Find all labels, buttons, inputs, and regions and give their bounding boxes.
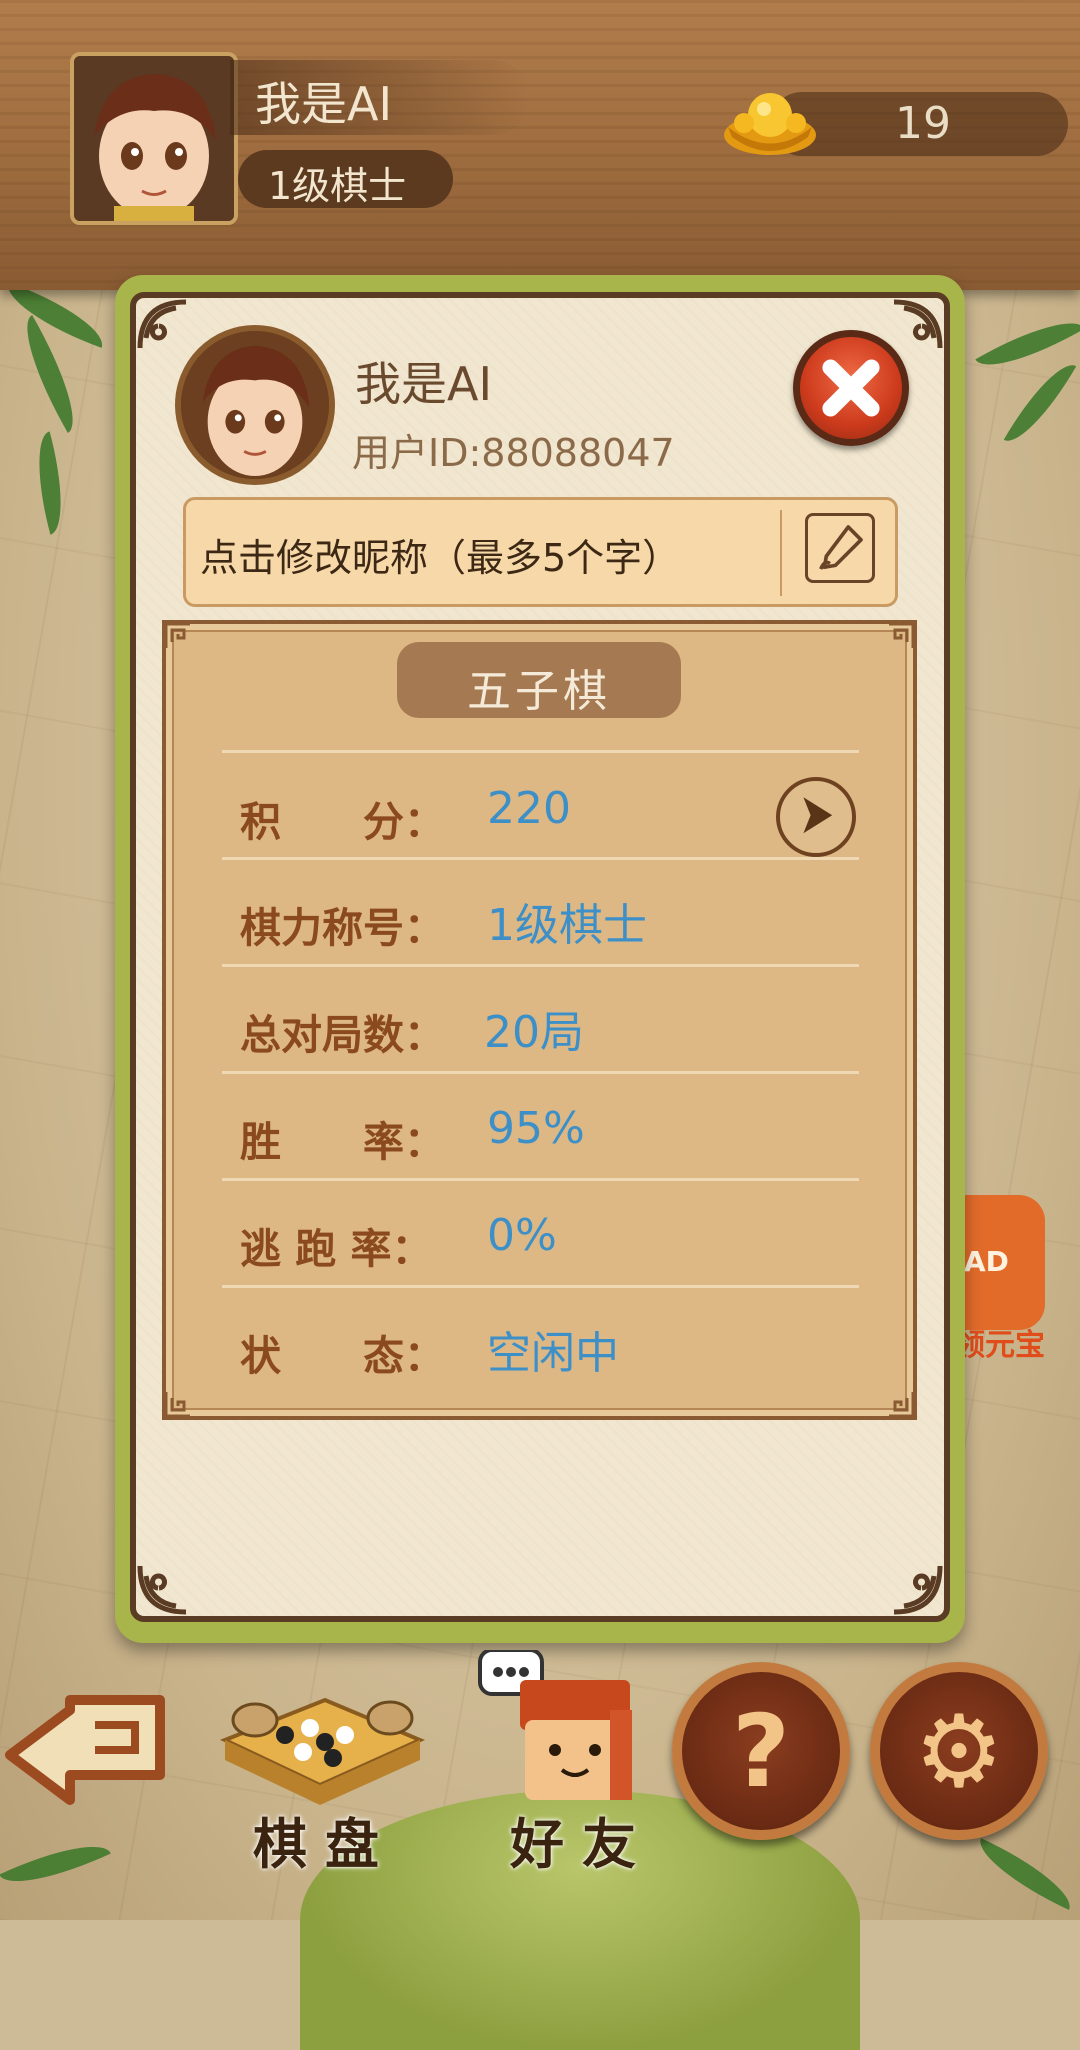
panel-corner-icon: [889, 1392, 915, 1418]
friends-button[interactable]: 好友: [470, 1648, 670, 1890]
corner-ornament-icon: [137, 299, 187, 349]
player-name: 我是AI: [255, 77, 393, 131]
edit-nickname-button[interactable]: [805, 513, 875, 583]
ad-badge-label: AD: [964, 1245, 1009, 1278]
nickname-prompt: 点击修改昵称（最多5个字）: [200, 536, 681, 580]
board-label: 棋盘: [253, 1813, 397, 1876]
stat-label-score: 积 分：: [240, 798, 445, 846]
help-button[interactable]: ?: [672, 1662, 850, 1840]
ingot-count: 19: [895, 98, 951, 149]
nickname-divider: [780, 510, 782, 596]
profile-user-id: 用户ID:88088047: [352, 431, 675, 475]
stat-label-status: 状 态：: [240, 1332, 445, 1380]
stats-divider: [222, 750, 859, 753]
player-level: 1级棋士: [268, 164, 407, 208]
friends-mascot-icon: [478, 1648, 632, 1800]
stat-value-status: 空闲中: [487, 1328, 619, 1379]
board-button[interactable]: 棋盘: [215, 1680, 430, 1890]
corner-ornament-icon: [893, 1565, 943, 1615]
player-avatar[interactable]: [70, 52, 238, 225]
stat-value-escape-rate: 0%: [487, 1210, 557, 1261]
settings-button[interactable]: ⚙: [870, 1662, 1048, 1840]
stat-value-rank: 1级棋士: [487, 900, 647, 951]
gold-ingot-icon: [724, 93, 816, 155]
friends-label: 好友: [510, 1813, 654, 1876]
stat-value-games: 20局: [484, 1007, 584, 1058]
avatar-face-icon: [74, 56, 234, 221]
panel-corner-icon: [889, 622, 915, 648]
stat-label-games: 总对局数：: [240, 1011, 445, 1059]
stat-value-score: 220: [487, 783, 571, 834]
back-arrow-icon: [5, 1695, 165, 1805]
stat-value-winrate: 95%: [487, 1103, 585, 1154]
corner-ornament-icon: [137, 1565, 187, 1615]
question-mark-icon: ?: [731, 1692, 790, 1810]
edit-brush-icon: [819, 525, 863, 570]
stat-label-winrate: 胜 率：: [240, 1118, 445, 1166]
stats-divider: [222, 964, 859, 967]
stats-divider: [222, 1178, 859, 1181]
close-icon: [822, 359, 880, 417]
stats-divider: [222, 1285, 859, 1288]
close-button[interactable]: [793, 330, 909, 446]
profile-avatar: [175, 325, 335, 485]
tab-gomoku-label: 五子棋: [467, 666, 611, 717]
gear-icon: ⚙: [914, 1692, 1004, 1810]
profile-name: 我是AI: [355, 357, 493, 411]
go-board-icon: [220, 1697, 426, 1805]
panel-corner-icon: [164, 622, 190, 648]
panel-corner-icon: [164, 1392, 190, 1418]
stats-divider: [222, 857, 859, 860]
ad-reward-text: 领元宝: [955, 1328, 1045, 1363]
stat-label-rank: 棋力称号：: [240, 904, 445, 952]
avatar-face-icon: [181, 331, 329, 479]
back-button[interactable]: [0, 1680, 175, 1830]
score-detail-button[interactable]: [776, 777, 856, 857]
play-arrow-icon: [803, 797, 833, 834]
stats-divider: [222, 1071, 859, 1074]
stat-label-escape-rate: 逃 跑 率：: [240, 1225, 433, 1273]
